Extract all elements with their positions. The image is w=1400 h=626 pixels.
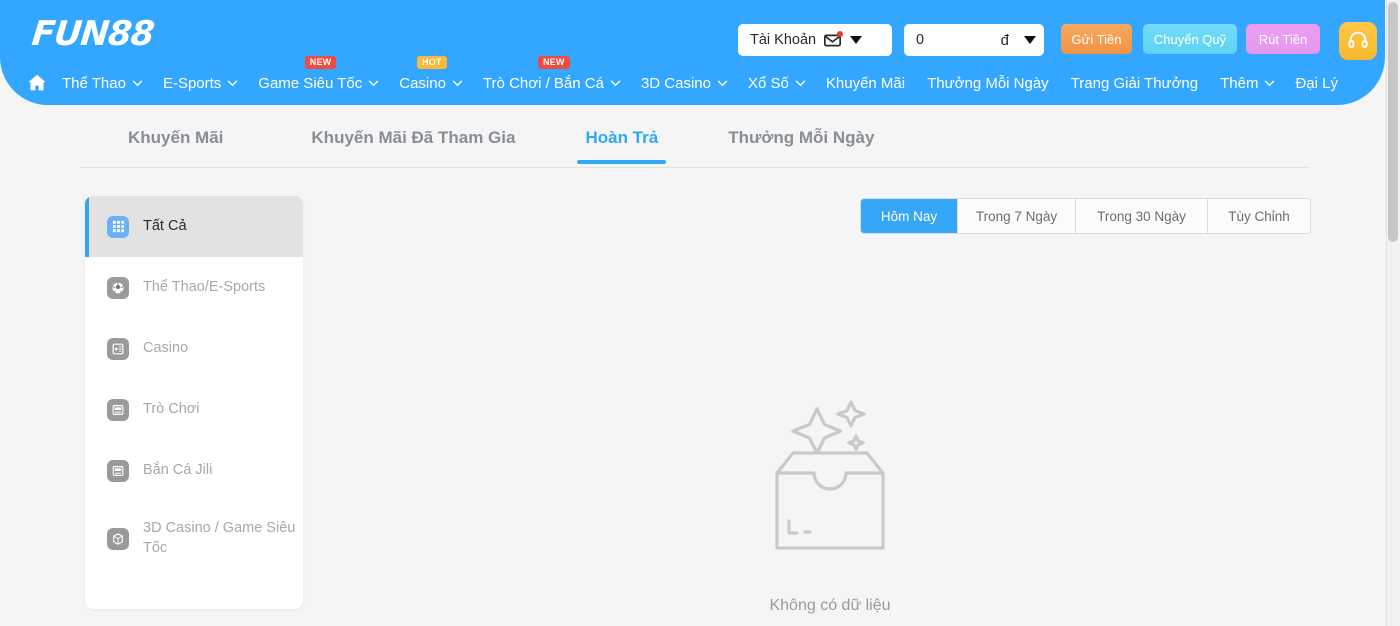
nav-label: Casino [399,74,446,92]
badge-new: NEW [537,55,570,70]
nav-item-xo-so[interactable]: Xổ Số [748,75,806,92]
category-sidebar: Tất Cả Thể Thao/E-Sports Casino Trò Chơi… [85,196,303,609]
headset-icon [1347,29,1369,54]
tab-khuyen-mai[interactable]: Khuyến Mãi [128,120,223,163]
badge-new: NEW [304,55,337,70]
chevron-down-icon [795,79,806,86]
empty-box-icon [755,395,905,575]
account-select[interactable]: Tài Khoản [738,24,892,56]
transfer-funds-button[interactable]: Chuyển Quỹ [1143,24,1237,54]
sidebar-item-label: Trò Chơi [143,400,200,417]
account-select-label: Tài Khoản [750,32,817,48]
filter-trong-7-ngay[interactable]: Trong 7 Ngày [958,199,1076,233]
sidebar-item-casino[interactable]: Casino [85,318,303,379]
sidebar-item-the-thao-esports[interactable]: Thể Thao/E-Sports [85,257,303,318]
nav-item-the-thao[interactable]: Thể Thao [62,75,143,92]
empty-state: Không có dữ liệu [705,395,955,615]
filter-tuy-chinh[interactable]: Tùy Chỉnh [1208,199,1310,233]
nav-item-trang-giai-thuong[interactable]: Trang Giải Thưởng [1071,75,1198,92]
support-button[interactable] [1339,22,1377,60]
sidebar-item-tat-ca[interactable]: Tất Cả [85,196,303,257]
home-icon[interactable] [22,70,52,96]
nav-label: Thêm [1220,74,1259,92]
empty-state-text: Không có dữ liệu [769,597,891,614]
badge-hot: HOT [417,55,447,70]
brand-logo[interactable]: FUN88 [30,14,156,54]
chevron-down-icon [452,79,463,86]
chevron-down-icon [1024,36,1036,44]
tab-thuong-moi-ngay[interactable]: Thưởng Mỗi Ngày [728,120,874,163]
page-root: FUN88 Tài Khoản 0 đ Gửi Tiền Chuyển Quỹ … [0,0,1400,626]
mail-icon [824,30,844,47]
nav-item-3d-casino[interactable]: 3D Casino [641,75,728,92]
filter-hom-nay[interactable]: Hôm Nay [861,199,958,233]
site-header: FUN88 Tài Khoản 0 đ Gửi Tiền Chuyển Quỹ … [0,0,1385,105]
currency-symbol: đ [1000,31,1009,49]
soccer-icon [107,276,129,299]
grid-icon [107,215,129,238]
withdraw-button[interactable]: Rút Tiền [1246,24,1320,54]
nav-item-them[interactable]: Thêm [1220,75,1275,92]
sidebar-item-ban-ca-jili[interactable]: Bắn Cá Jili [85,440,303,501]
promo-tabs: Khuyến Mãi Khuyến Mãi Đã Tham Gia Hoàn T… [80,120,1310,168]
scrollbar-thumb[interactable] [1388,2,1398,242]
page-scrollbar[interactable] [1386,0,1400,626]
deposit-button[interactable]: Gửi Tiền [1061,24,1132,54]
date-range-filter: Hôm Nay Trong 7 Ngày Trong 30 Ngày Tùy C… [860,198,1311,234]
nav-label: Trò Chơi / Bắn Cá [482,74,604,92]
nav-item-e-sports[interactable]: E-Sports [163,75,238,92]
filter-trong-30-ngay[interactable]: Trong 30 Ngày [1076,199,1208,233]
sidebar-item-label: 3D Casino / Game Siêu Tốc [143,520,296,556]
chevron-down-icon [227,79,238,86]
nav-label: Khuyến Mãi [825,74,906,92]
nav-label: Game Siêu Tốc [258,74,363,92]
nav-item-tro-choi-ban-ca[interactable]: NEW Trò Chơi / Bắn Cá [482,55,621,92]
nav-item-game-sieu-toc[interactable]: NEW Game Siêu Tốc [258,55,379,92]
nav-label: Trang Giải Thưởng [1070,74,1199,92]
balance-value: 0 [916,32,925,48]
nav-label: 3D Casino [640,74,711,92]
cube-3d-icon [107,528,129,550]
chevron-down-icon [132,79,143,86]
balance-select[interactable]: 0 đ [904,24,1044,56]
chevron-down-icon [610,79,621,86]
nav-item-casino[interactable]: HOT Casino [399,55,463,92]
chevron-down-icon [1265,79,1275,86]
nav-label: Thưởng Mỗi Ngày [927,74,1049,92]
sidebar-item-label: Bắn Cá Jili [143,461,213,478]
nav-item-thuong-moi-ngay[interactable]: Thưởng Mỗi Ngày [927,75,1049,92]
slot-icon [107,398,129,421]
nav-label: Đại Lý [1295,74,1338,92]
tab-hoan-tra[interactable]: Hoàn Trả [577,120,666,164]
sidebar-item-tro-choi[interactable]: Trò Chơi [85,379,303,440]
sidebar-item-label: Casino [143,339,189,356]
nav-label: E-Sports [162,74,222,92]
cards-icon [107,337,129,360]
sidebar-item-label: Thể Thao/E-Sports [143,278,266,295]
nav-label: Xổ Số [748,74,789,92]
primary-nav: Thể Thao E-Sports NEW Game Siêu Tốc HOT … [0,55,1385,100]
nav-item-dai-ly[interactable]: Đại Lý [1295,75,1338,92]
chevron-down-icon [368,79,379,86]
tab-khuyen-mai-da-tham-gia[interactable]: Khuyến Mãi Đã Tham Gia [311,120,515,163]
nav-label: Thể Thao [62,74,126,92]
sidebar-item-label: Tất Cả [143,217,187,234]
notification-dot [837,30,844,37]
nav-item-khuyen-mai[interactable]: Khuyến Mãi [826,75,905,92]
chevron-down-icon [717,79,728,86]
chevron-down-icon [850,36,863,44]
sidebar-item-3d-casino-game-sieu-toc[interactable]: 3D Casino / Game Siêu Tốc [85,501,303,577]
fishing-icon [107,459,129,482]
